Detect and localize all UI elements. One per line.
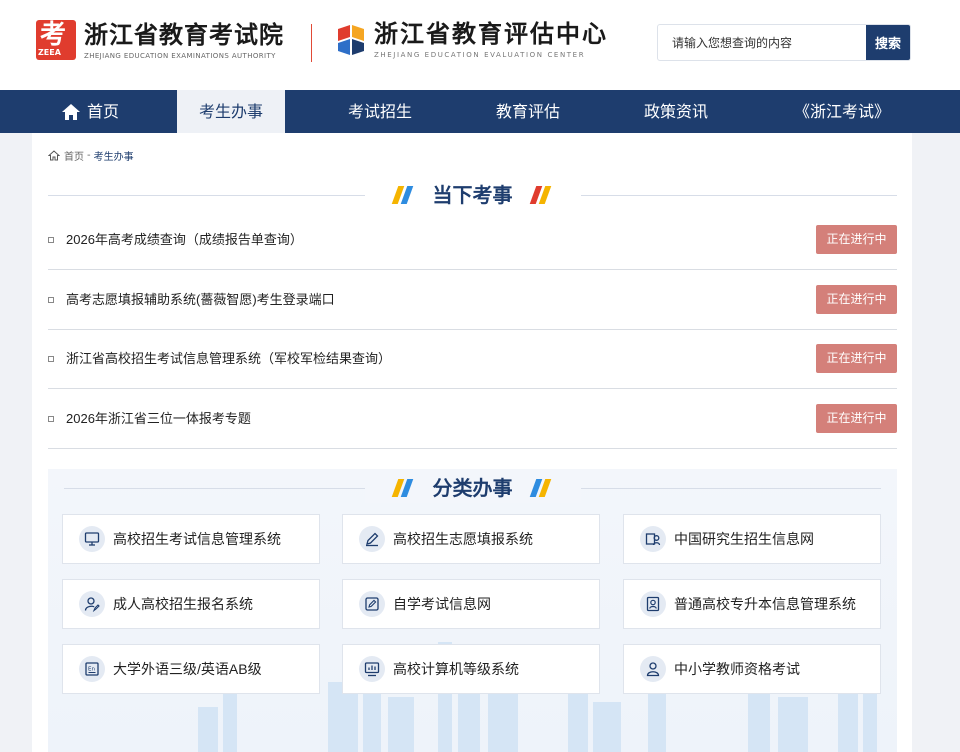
- id-card-icon: [640, 591, 666, 617]
- exam-authority-name: 浙江省教育考试院: [84, 19, 284, 49]
- current-tasks-title: 当下考事: [432, 183, 513, 207]
- monitor-icon: [79, 526, 105, 552]
- graduate-icon: [640, 526, 666, 552]
- exam-authority-logo[interactable]: 考 ZEEA 浙江省教育考试院 ZHEJIANG EDUCATION EXAMI…: [36, 20, 284, 60]
- nav-item-label: 首页: [86, 102, 119, 121]
- pencil-icon: [359, 526, 385, 552]
- evaluation-center-logo-icon: [338, 24, 364, 55]
- breadcrumb-current: 考生办事: [93, 152, 134, 163]
- decor-slashes-icon: [391, 479, 413, 497]
- decor-slashes-icon: [529, 186, 551, 204]
- home-icon: [61, 103, 80, 120]
- task-row[interactable]: 2026年高考成绩查询（成绩报告单查询） 正在进行中: [48, 210, 897, 270]
- decor-slashes-icon: [391, 186, 413, 204]
- chart-monitor-icon: [359, 656, 385, 682]
- breadcrumb-separator: -: [87, 150, 91, 161]
- logo-divider: [311, 24, 312, 62]
- search-box: 搜索: [657, 24, 911, 61]
- bullet-square-icon: [48, 297, 54, 303]
- category-card[interactable]: 高校计算机等级系统: [342, 644, 600, 694]
- categories-title: 分类办事: [432, 476, 513, 500]
- category-label: 中小学教师资格考试: [674, 661, 800, 677]
- exam-authority-name-en: ZHEJIANG EDUCATION EXAMINATIONS AUTHORIT…: [84, 51, 276, 60]
- category-services-panel: 分类办事 高校招生考试信息管理系统 高校招生志愿填报系统 中国研究生招生信息网: [48, 469, 897, 752]
- task-row[interactable]: 高考志愿填报辅助系统(薔薇智愿)考生登录端口 正在进行中: [48, 270, 897, 330]
- bullet-square-icon: [48, 416, 54, 422]
- svg-text:En: En: [88, 667, 95, 673]
- nav-item-policy-news[interactable]: 政策资讯: [621, 90, 731, 133]
- task-row[interactable]: 2026年浙江省三位一体报考专题 正在进行中: [48, 389, 897, 449]
- category-label: 高校招生考试信息管理系统: [113, 531, 281, 547]
- category-label: 普通高校专升本信息管理系统: [674, 596, 856, 612]
- evaluation-center-name: 浙江省教育评估中心: [374, 19, 608, 48]
- category-label: 高校招生志愿填报系统: [393, 531, 533, 547]
- bullet-square-icon: [48, 237, 54, 243]
- category-label: 自学考试信息网: [393, 596, 491, 612]
- category-label: 中国研究生招生信息网: [674, 531, 814, 547]
- search-button[interactable]: 搜索: [866, 25, 910, 60]
- category-label: 成人高校招生报名系统: [113, 596, 253, 612]
- task-row[interactable]: 浙江省高校招生考试信息管理系统（军校军检结果查询） 正在进行中: [48, 329, 897, 389]
- main-nav: 首页 考生办事 考试招生 教育评估 政策资讯 《浙江考试》: [0, 90, 960, 133]
- category-card[interactable]: 成人高校招生报名系统: [62, 579, 320, 629]
- user-edit-icon: [79, 591, 105, 617]
- bullet-square-icon: [48, 356, 54, 362]
- status-badge[interactable]: 正在进行中: [816, 225, 897, 254]
- category-card[interactable]: 高校招生考试信息管理系统: [62, 514, 320, 564]
- current-tasks-heading: 当下考事: [48, 180, 897, 210]
- search-input[interactable]: [658, 25, 866, 60]
- status-badge[interactable]: 正在进行中: [816, 344, 897, 373]
- status-badge[interactable]: 正在进行中: [816, 285, 897, 314]
- logo-badge-char: 考: [40, 20, 67, 50]
- english-icon: En: [79, 656, 105, 682]
- category-card[interactable]: 中小学教师资格考试: [623, 644, 881, 694]
- nav-item-candidate-services[interactable]: 考生办事: [177, 90, 285, 133]
- breadcrumb: 首页 - 考生办事: [48, 148, 137, 163]
- category-card[interactable]: En 大学外语三级/英语AB级: [62, 644, 320, 694]
- category-card[interactable]: 自学考试信息网: [342, 579, 600, 629]
- edit-box-icon: [359, 591, 385, 617]
- zeea-logo-mark: 考 ZEEA: [36, 20, 76, 60]
- task-label[interactable]: 2026年高考成绩查询（成绩报告单查询）: [66, 210, 303, 270]
- task-label[interactable]: 2026年浙江省三位一体报考专题: [66, 389, 251, 449]
- status-badge[interactable]: 正在进行中: [816, 404, 897, 433]
- site-header: 考 ZEEA 浙江省教育考试院 ZHEJIANG EDUCATION EXAMI…: [0, 0, 960, 90]
- decor-slashes-icon: [529, 479, 551, 497]
- category-label: 高校计算机等级系统: [393, 661, 519, 677]
- category-card[interactable]: 高校招生志愿填报系统: [342, 514, 600, 564]
- nav-item-zhejiang-exam[interactable]: 《浙江考试》: [783, 90, 901, 133]
- task-label[interactable]: 高考志愿填报辅助系统(薔薇智愿)考生登录端口: [66, 270, 335, 330]
- nav-item-education-evaluation[interactable]: 教育评估: [473, 90, 583, 133]
- nav-item-home[interactable]: 首页: [35, 90, 145, 133]
- category-card[interactable]: 中国研究生招生信息网: [623, 514, 881, 564]
- category-label: 大学外语三级/英语AB级: [113, 661, 262, 677]
- evaluation-center-logo[interactable]: 浙江省教育评估中心 ZHEJIANG EDUCATION EVALUATION …: [334, 20, 608, 59]
- evaluation-center-name-en: ZHEJIANG EDUCATION EVALUATION CENTER: [374, 51, 586, 59]
- main-content: 首页 - 考生办事 当下考事 2026年高考成绩查询（成绩报告单查询） 正在进行…: [32, 133, 912, 752]
- teacher-icon: [640, 656, 666, 682]
- breadcrumb-home-link[interactable]: 首页: [64, 148, 84, 163]
- categories-heading: 分类办事: [64, 473, 881, 503]
- home-outline-icon: [48, 150, 60, 161]
- task-label[interactable]: 浙江省高校招生考试信息管理系统（军校军检结果查询）: [66, 329, 391, 389]
- logo-badge-abbr: ZEEA: [38, 48, 61, 57]
- nav-item-exam-admissions[interactable]: 考试招生: [325, 90, 435, 133]
- category-card[interactable]: 普通高校专升本信息管理系统: [623, 579, 881, 629]
